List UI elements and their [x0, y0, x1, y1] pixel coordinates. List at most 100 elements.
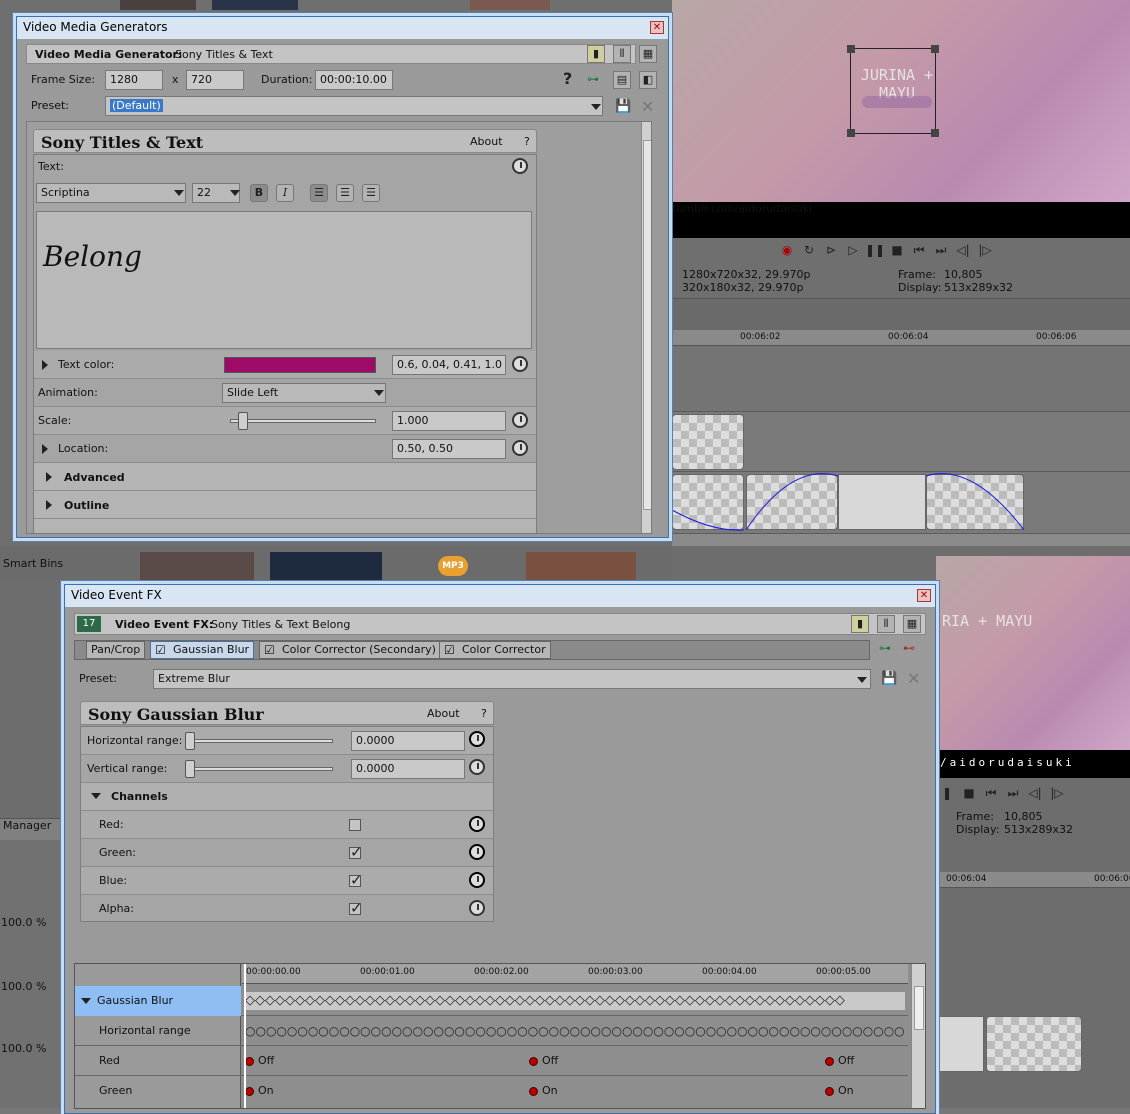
- chain-pan-crop[interactable]: Pan/Crop: [86, 641, 146, 659]
- window-titlebar[interactable]: Video Event FX ✕: [65, 585, 935, 607]
- animate-clock-icon[interactable]: [469, 872, 485, 888]
- handle[interactable]: [931, 129, 939, 137]
- duration-field[interactable]: 00:00:10.00: [315, 70, 393, 90]
- next-marker-icon[interactable]: ⏭: [930, 243, 952, 258]
- text-editor[interactable]: Belong: [36, 211, 532, 349]
- keyframe-dot[interactable]: [825, 1056, 834, 1066]
- check-icon[interactable]: ☑: [155, 643, 166, 657]
- frame-height-field[interactable]: 720: [186, 70, 244, 90]
- kf-state[interactable]: Off: [245, 1054, 274, 1067]
- media-thumbnail[interactable]: [470, 0, 550, 10]
- preset-dropdown[interactable]: (Default): [105, 96, 603, 116]
- kf-state[interactable]: On: [825, 1084, 854, 1097]
- expand-icon[interactable]: [42, 360, 48, 370]
- animate-clock-icon[interactable]: [512, 356, 528, 372]
- close-icon[interactable]: ✕: [917, 589, 931, 602]
- italic-button[interactable]: I: [276, 184, 294, 202]
- chevron-down-icon[interactable]: [230, 190, 240, 196]
- bold-button[interactable]: B: [250, 184, 268, 202]
- keyframe-dot[interactable]: [245, 1086, 254, 1096]
- kf-track-header-selected[interactable]: Gaussian Blur: [75, 986, 241, 1016]
- manager-tab[interactable]: Manager: [0, 818, 64, 840]
- scale-slider-thumb[interactable]: [238, 412, 248, 430]
- chevron-down-icon[interactable]: [374, 390, 384, 396]
- view-single-icon[interactable]: ▮: [851, 615, 869, 633]
- window-titlebar[interactable]: Video Media Generators ✕: [17, 17, 668, 39]
- vertical-scrollbar[interactable]: [641, 122, 651, 533]
- media-thumbnail[interactable]: [120, 0, 196, 10]
- keyframe-ruler[interactable]: 00:00:00.00 00:00:01.00 00:00:02.00 00:0…: [242, 964, 908, 984]
- next-frame-icon[interactable]: |▷: [1046, 786, 1068, 800]
- channel-blue-checkbox[interactable]: ✓: [349, 873, 363, 888]
- h-range-slider-thumb[interactable]: [185, 732, 195, 750]
- next-frame-icon[interactable]: |▷: [974, 243, 996, 257]
- timeline-scrollbar[interactable]: [672, 534, 1130, 546]
- chain-color-corrector-secondary[interactable]: ☑ Color Corrector (Secondary): [259, 641, 441, 659]
- animate-clock-icon[interactable]: [469, 900, 485, 916]
- handle[interactable]: [847, 45, 855, 53]
- video-preview-bottom[interactable]: RIA + MAYU: [936, 556, 1130, 750]
- kf-state[interactable]: On: [529, 1084, 558, 1097]
- text-color-field[interactable]: 0.6, 0.04, 0.41, 1.0: [392, 355, 506, 375]
- media-thumbnail[interactable]: [212, 0, 298, 10]
- expand-icon[interactable]: [46, 500, 52, 510]
- align-left-icon[interactable]: ☰: [310, 184, 328, 202]
- font-dropdown[interactable]: Scriptina: [36, 183, 186, 203]
- prev-marker-icon[interactable]: ⏮: [980, 786, 1002, 801]
- save-preset-icon[interactable]: 💾: [615, 99, 631, 114]
- preset-dropdown[interactable]: Extreme Blur: [153, 669, 871, 689]
- v-range-field[interactable]: 0.0000: [351, 759, 465, 779]
- handle[interactable]: [847, 129, 855, 137]
- animation-dropdown[interactable]: Slide Left: [222, 383, 386, 403]
- animate-clock-icon[interactable]: [469, 844, 485, 860]
- handle[interactable]: [931, 45, 939, 53]
- plugin-chain-icon[interactable]: ⊶: [587, 72, 599, 86]
- help-link[interactable]: ?: [481, 707, 487, 720]
- animate-clock-icon[interactable]: [469, 816, 485, 832]
- media-thumbnail[interactable]: [270, 552, 382, 582]
- kf-state[interactable]: Off: [825, 1054, 854, 1067]
- plugin-chain-icon[interactable]: ⊶: [879, 641, 891, 655]
- scrollbar-thumb[interactable]: [643, 140, 651, 510]
- playhead-cursor[interactable]: [244, 964, 246, 1108]
- record-icon[interactable]: ◉: [776, 243, 798, 257]
- prev-marker-icon[interactable]: ⏮: [908, 243, 930, 258]
- media-thumbnail[interactable]: [140, 552, 254, 582]
- advanced-section[interactable]: Advanced: [34, 463, 536, 491]
- check-icon[interactable]: ☑: [444, 643, 455, 657]
- help-icon[interactable]: ?: [563, 69, 572, 88]
- location-field[interactable]: 0.50, 0.50: [392, 439, 506, 459]
- animate-clock-icon[interactable]: [469, 759, 485, 775]
- smart-bins-label[interactable]: Smart Bins: [3, 557, 63, 570]
- save-to-file-icon[interactable]: ▤: [613, 71, 631, 89]
- video-preview-top[interactable]: JURINA + MAYU: [672, 0, 1130, 202]
- animate-clock-icon[interactable]: [512, 440, 528, 456]
- video-clip[interactable]: [986, 1016, 1082, 1072]
- align-center-icon[interactable]: ☰: [336, 184, 354, 202]
- channels-section[interactable]: Channels: [81, 783, 493, 811]
- timeline-track[interactable]: [672, 472, 1130, 534]
- about-link[interactable]: About: [470, 135, 503, 148]
- view-single-icon[interactable]: ▮: [587, 45, 605, 63]
- kf-track-horizontal-range[interactable]: Horizontal range ○○○○○○○○○○○○○○○○○○○○○○○…: [75, 1016, 908, 1046]
- align-right-icon[interactable]: ☰: [362, 184, 380, 202]
- view-triple-icon[interactable]: ▦: [639, 45, 657, 63]
- kf-track-gaussian-blur[interactable]: Gaussian Blur ◇◇◇◇◇◇◇◇◇◇◇◇◇◇◇◇◇◇◇◇◇◇◇◇◇◇…: [75, 986, 908, 1016]
- h-range-slider-track[interactable]: [185, 739, 333, 743]
- v-range-slider-thumb[interactable]: [185, 760, 195, 778]
- kf-track-red[interactable]: Red Off Off Off: [75, 1046, 908, 1076]
- channel-green-checkbox[interactable]: ✓: [349, 845, 363, 860]
- prev-frame-icon[interactable]: ◁|: [1024, 786, 1046, 800]
- frame-width-field[interactable]: 1280: [105, 70, 163, 90]
- kf-circles[interactable]: ○○○○○○○○○○○○○○○○○○○○○○○○○○○○○○○○○○○○○○○○…: [245, 1022, 905, 1040]
- about-link[interactable]: About: [427, 707, 460, 720]
- delete-preset-icon[interactable]: ✕: [907, 669, 920, 688]
- kf-state[interactable]: On: [245, 1084, 274, 1097]
- view-double-icon[interactable]: ⦀: [877, 615, 895, 633]
- check-icon[interactable]: ☑: [264, 643, 275, 657]
- channel-red-checkbox[interactable]: [349, 819, 361, 831]
- scrollbar-thumb[interactable]: [914, 986, 924, 1030]
- timeline-ruler[interactable]: 00:06:04 00:06:06: [936, 872, 1130, 888]
- delete-preset-icon[interactable]: ✕: [641, 97, 654, 116]
- close-icon[interactable]: ✕: [650, 21, 664, 34]
